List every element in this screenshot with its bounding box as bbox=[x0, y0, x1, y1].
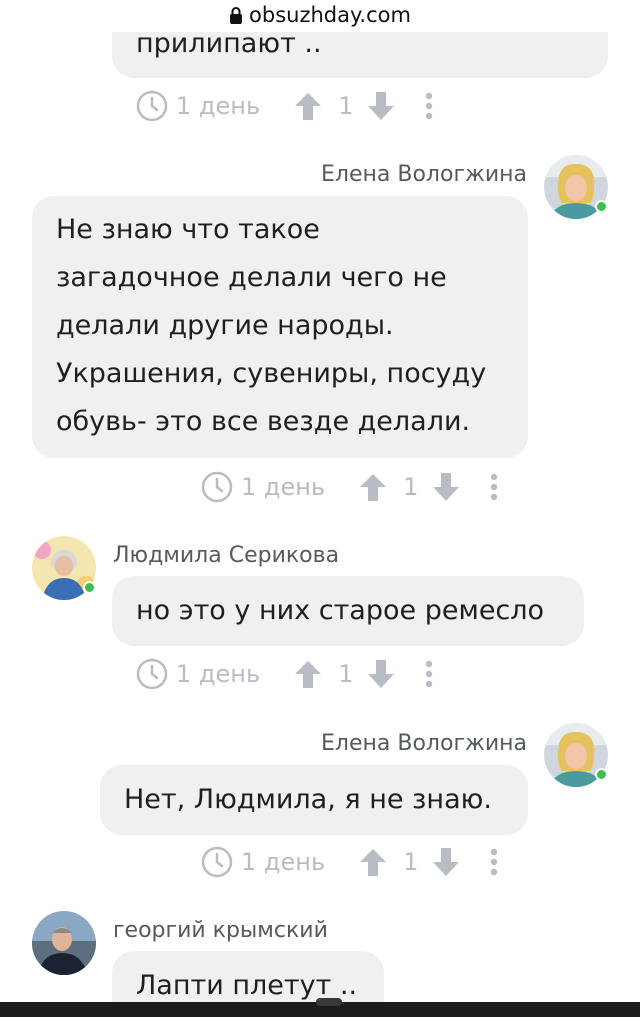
comment-text: но это у них старое ремесло bbox=[136, 595, 545, 626]
more-vertical-icon[interactable] bbox=[425, 92, 433, 120]
avatar[interactable] bbox=[32, 536, 96, 600]
comment-time: 1 день bbox=[176, 660, 261, 688]
comment-text: Не знаю что такое загадочное делали чего… bbox=[56, 214, 487, 437]
arrow-down-icon[interactable] bbox=[432, 472, 460, 502]
arrow-up-icon[interactable] bbox=[294, 659, 322, 689]
comment-author[interactable]: Людмила Серикова bbox=[113, 543, 339, 568]
comment-actions: 1 день 1 bbox=[201, 467, 498, 507]
bottom-toolbar bbox=[0, 998, 640, 1017]
clock-icon bbox=[136, 90, 168, 122]
address-bar[interactable]: obsuzhday.com bbox=[0, 0, 640, 32]
url-text: obsuzhday.com bbox=[249, 3, 411, 27]
arrow-down-icon[interactable] bbox=[432, 847, 460, 877]
clock-icon bbox=[201, 471, 233, 503]
comment-bubble: Нет, Людмила, я не знаю. bbox=[100, 765, 528, 835]
more-vertical-icon[interactable] bbox=[490, 848, 498, 876]
comment-text: Нет, Людмила, я не знаю. bbox=[124, 784, 492, 815]
arrow-down-icon[interactable] bbox=[367, 659, 395, 689]
vote-count: 1 bbox=[403, 473, 419, 501]
online-indicator bbox=[83, 581, 96, 594]
online-indicator bbox=[595, 200, 608, 213]
avatar[interactable] bbox=[544, 723, 608, 787]
comment-text: Лапти плетут .. bbox=[136, 970, 358, 1001]
lock-icon bbox=[229, 2, 243, 32]
comment-bubble: Не знаю что такое загадочное делали чего… bbox=[32, 196, 528, 458]
clock-icon bbox=[201, 846, 233, 878]
clock-icon bbox=[136, 658, 168, 690]
vote-count: 1 bbox=[338, 660, 354, 688]
avatar[interactable] bbox=[32, 911, 96, 975]
avatar[interactable] bbox=[544, 155, 608, 219]
comment-author[interactable]: Елена Вологжина bbox=[321, 731, 527, 756]
comment-time: 1 день bbox=[241, 848, 326, 876]
online-indicator bbox=[595, 768, 608, 781]
comment-time: 1 день bbox=[176, 92, 261, 120]
arrow-up-icon[interactable] bbox=[294, 91, 322, 121]
comment-bubble: но это у них старое ремесло bbox=[112, 576, 584, 646]
more-vertical-icon[interactable] bbox=[425, 660, 433, 688]
toolbar-handle bbox=[316, 998, 342, 1006]
comment-actions: 1 день 1 bbox=[136, 654, 433, 694]
comment-author[interactable]: георгий крымский bbox=[113, 918, 328, 943]
comment-author[interactable]: Елена Вологжина bbox=[321, 162, 527, 187]
vote-count: 1 bbox=[338, 92, 354, 120]
arrow-up-icon[interactable] bbox=[359, 847, 387, 877]
comment-bubble: Лапти плетут .. bbox=[112, 951, 384, 1002]
comment-actions: 1 день 1 bbox=[201, 842, 498, 882]
arrow-up-icon[interactable] bbox=[359, 472, 387, 502]
comment-time: 1 день bbox=[241, 473, 326, 501]
comment-actions: 1 день 1 bbox=[136, 86, 433, 126]
more-vertical-icon[interactable] bbox=[490, 473, 498, 501]
arrow-down-icon[interactable] bbox=[367, 91, 395, 121]
vote-count: 1 bbox=[403, 848, 419, 876]
